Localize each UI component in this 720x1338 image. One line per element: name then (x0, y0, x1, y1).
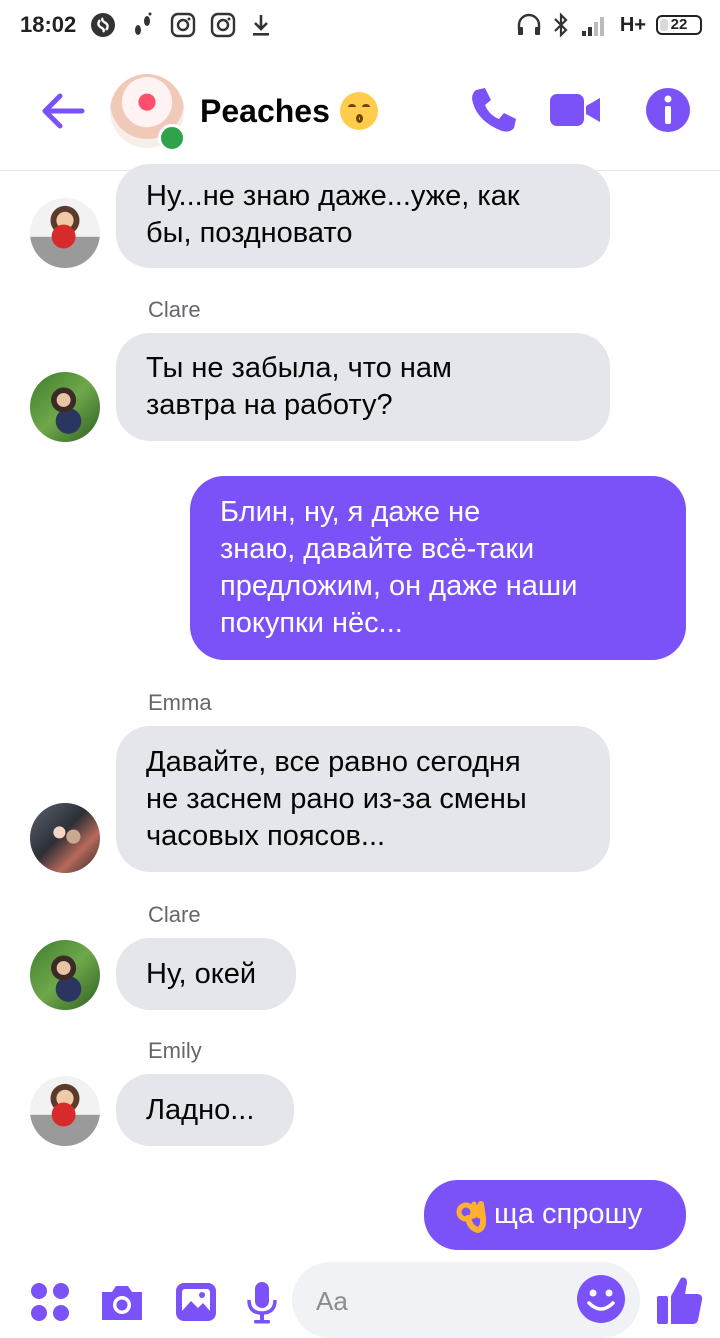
chat-header: Peaches (0, 52, 720, 171)
kissing-face-emoji (339, 92, 378, 130)
sender-name: Clare (148, 902, 201, 927)
chat-title[interactable]: Peaches (200, 92, 378, 130)
message-line: Ладно... (146, 1094, 255, 1126)
menu-dots-icon[interactable] (26, 1278, 74, 1326)
message-bubble[interactable]: Ну...не знаю даже...уже, как бы, позднов… (116, 164, 610, 268)
instagram-icon (170, 12, 196, 38)
shazam-icon (91, 13, 115, 37)
message-line: Ну, окей (146, 958, 257, 990)
avatar[interactable] (30, 940, 100, 1010)
message-line: не заснем рано из-за смены (146, 783, 527, 815)
message-line: Блин, ну, я даже не (220, 496, 481, 528)
battery-indicator: 22 (656, 15, 702, 35)
back-arrow-icon[interactable] (38, 86, 88, 136)
network-type: H+ (619, 13, 646, 36)
message-line: Ты не забыла, что нам (146, 352, 452, 384)
message-bubble-outgoing[interactable]: ща спрошу (424, 1180, 686, 1250)
gallery-icon[interactable] (172, 1278, 220, 1326)
message-line: ща спрошу (494, 1198, 643, 1230)
message-line: Давайте, все равно сегодня (146, 746, 521, 778)
message-bubble-outgoing[interactable]: Блин, ну, я даже не знаю, давайте всё-та… (190, 476, 686, 660)
message-line: покупки нёс... (220, 607, 403, 639)
message-bubble[interactable]: Давайте, все равно сегодня не заснем ран… (116, 726, 610, 872)
avatar[interactable] (30, 372, 100, 442)
composer-bar: Aa (0, 1262, 720, 1338)
message-line: знаю, давайте всё-таки (220, 533, 535, 565)
message-input-placeholder: Aa (316, 1286, 348, 1316)
phone-icon[interactable] (464, 82, 520, 138)
sender-name: Emma (148, 690, 212, 715)
microphone-icon[interactable] (238, 1278, 286, 1326)
emoji-icon[interactable] (574, 1272, 628, 1326)
download-icon (253, 15, 269, 36)
thumbs-up-icon[interactable] (654, 1272, 704, 1328)
sender-name: Clare (148, 297, 201, 322)
bluetooth-icon (554, 12, 568, 38)
message-line: часовых поясов... (146, 820, 386, 852)
message-bubble[interactable]: Ладно... (116, 1074, 294, 1146)
walk-icon (135, 12, 152, 35)
message-line: предложим, он даже наши (220, 570, 578, 602)
chat-title-text: Peaches (200, 92, 330, 129)
message-line: Ну...не знаю даже...уже, как (146, 180, 520, 212)
message-bubble[interactable]: Ты не забыла, что нам завтра на работу? (116, 333, 610, 441)
avatar[interactable] (30, 1076, 100, 1146)
notification-icons (90, 12, 272, 38)
camera-icon[interactable] (98, 1278, 146, 1326)
message-bubble[interactable]: Ну, окей (116, 938, 296, 1010)
sender-name: Emily (148, 1038, 202, 1063)
status-time: 18:02 (20, 12, 77, 37)
status-bar: 18:02 H+ 22 (0, 0, 720, 52)
message-line: бы, поздновато (146, 217, 353, 249)
headphones-icon (517, 13, 541, 35)
battery-level: 22 (670, 16, 688, 33)
info-icon[interactable] (640, 82, 696, 138)
ok-hand-emoji (456, 1201, 486, 1234)
instagram-icon (210, 12, 236, 38)
video-camera-icon[interactable] (548, 82, 604, 138)
message-line: завтра на работу? (146, 389, 393, 421)
avatar[interactable] (30, 803, 100, 873)
avatar[interactable] (30, 198, 100, 268)
online-indicator (158, 124, 186, 152)
message-input[interactable]: Aa (292, 1262, 640, 1338)
signal-icon (581, 17, 604, 36)
